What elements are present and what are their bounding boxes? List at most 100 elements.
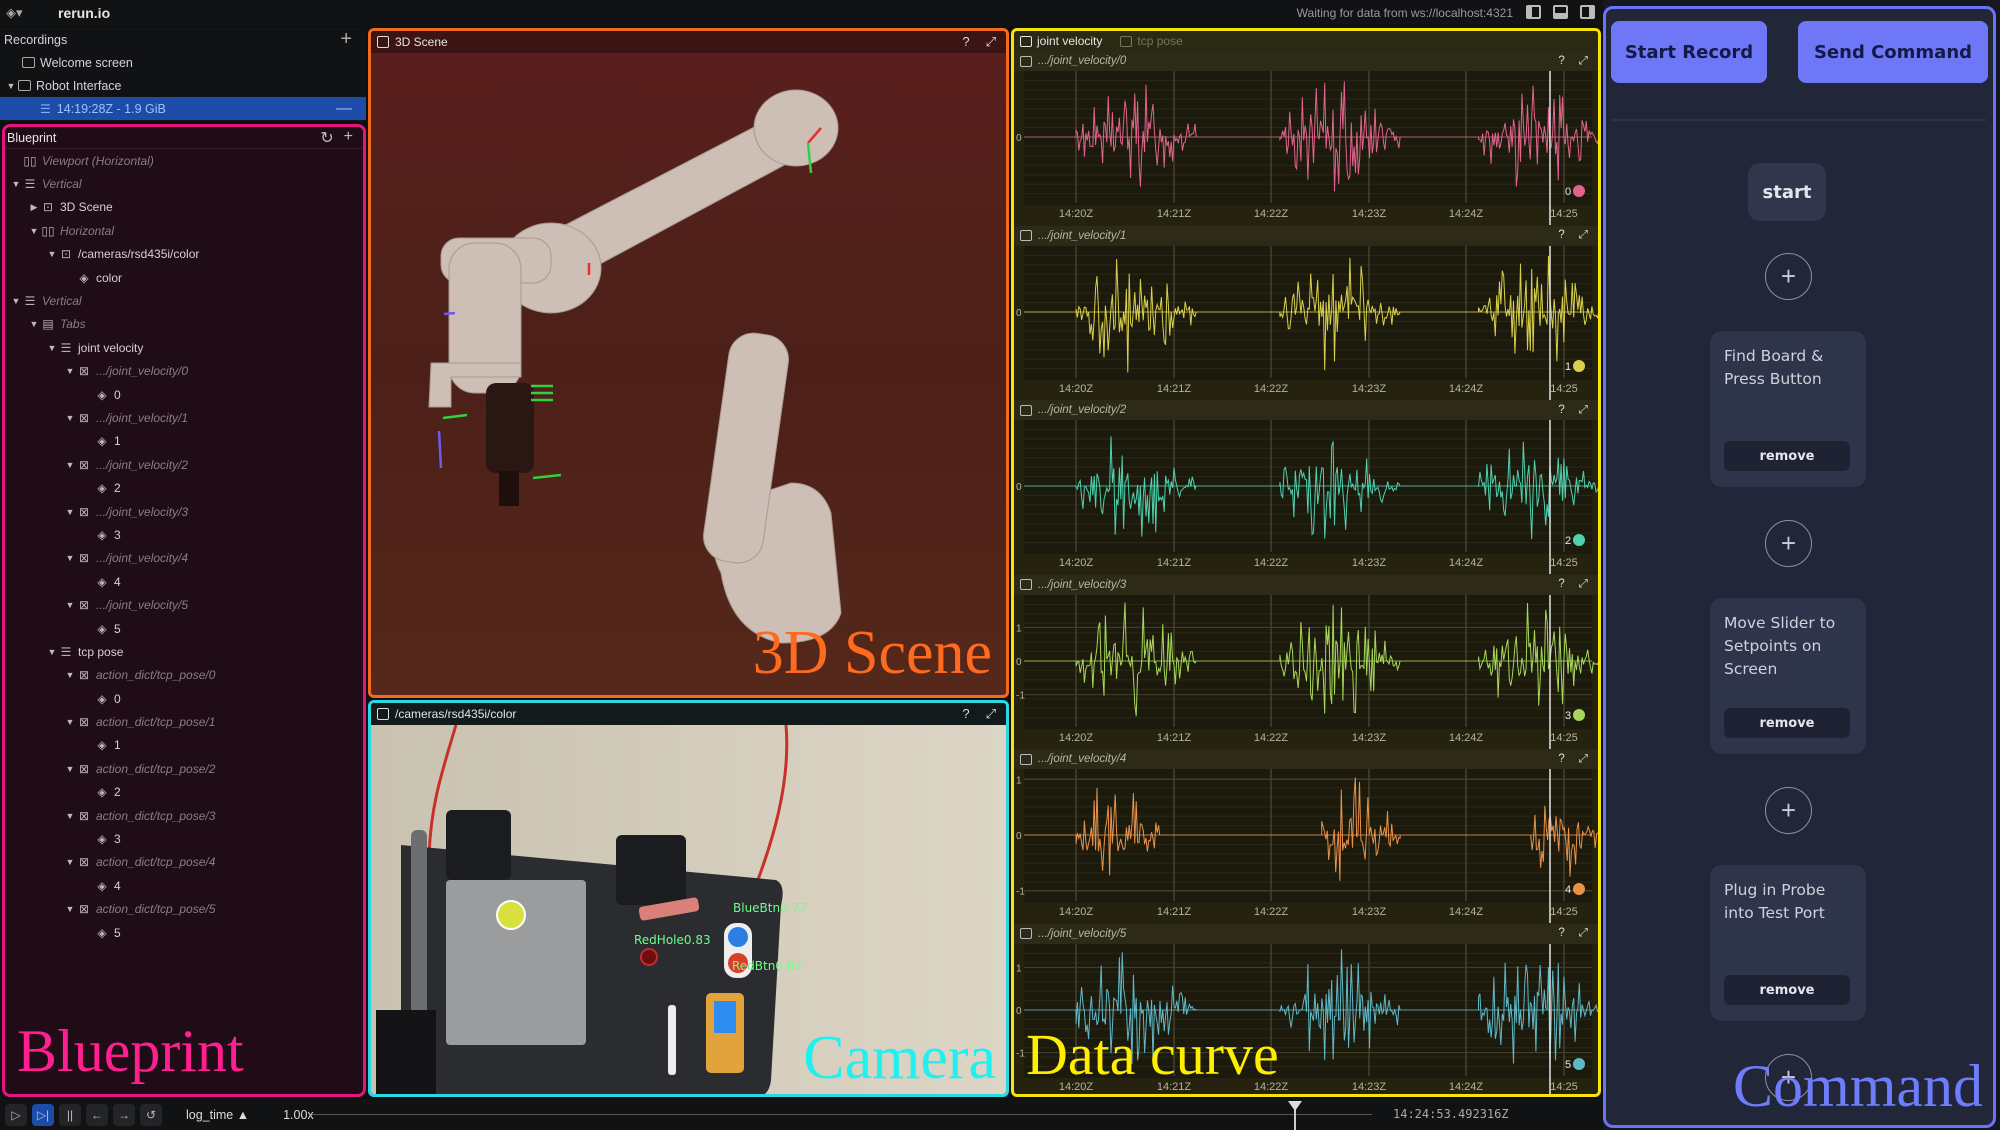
plot-canvas[interactable]: 14:20Z 14:21Z 14:22Z 14:23Z 14:24Z 14:25 1 0 -1 4	[1014, 769, 1598, 923]
chevron-down-icon[interactable]: ▼	[63, 553, 77, 563]
blueprint-tree-item[interactable]: ▼ ☰ joint velocity	[5, 336, 363, 359]
toggle-right-panel-icon[interactable]	[1580, 5, 1595, 19]
blueprint-tree-item[interactable]: ▼ ▯▯ Horizontal	[5, 219, 363, 242]
blueprint-tree-item[interactable]: ▼ ⊠ action_dict/tcp_pose/5	[5, 898, 363, 921]
chevron-down-icon[interactable]: ▼	[45, 249, 59, 259]
maximize-icon[interactable]: ⤢	[1579, 578, 1588, 591]
blueprint-tree-item[interactable]: ◈ 4	[5, 874, 363, 897]
plot-canvas[interactable]: 14:20Z 14:21Z 14:22Z 14:23Z 14:24Z 14:25 0 1	[1014, 245, 1598, 400]
start-record-button[interactable]: Start Record	[1611, 21, 1767, 83]
blueprint-tree-item[interactable]: ▼ ▤ Tabs	[5, 313, 363, 336]
help-icon[interactable]: ?	[1558, 404, 1564, 417]
play-icon[interactable]: ▷	[5, 1103, 27, 1126]
blueprint-tree-item[interactable]: ◈ 5	[5, 921, 363, 944]
timeseries-plot[interactable]: .../joint_velocity/4? ⤢ 14:20Z 14:21Z 14:22Z…	[1014, 749, 1598, 924]
blueprint-tree-item[interactable]: ◈ 2	[5, 476, 363, 499]
blueprint-tree-item[interactable]: ▼ ⊠ .../joint_velocity/2	[5, 453, 363, 476]
chevron-down-icon[interactable]: ▼	[63, 811, 77, 821]
timeline-track[interactable]	[312, 1114, 1372, 1115]
rerun-logo-icon[interactable]: ◈▾	[6, 5, 28, 21]
blueprint-tree-item[interactable]: ◈ 2	[5, 781, 363, 804]
help-icon[interactable]: ?	[1558, 927, 1564, 940]
timeseries-plot[interactable]: .../joint_velocity/2? ⤢ 14:20Z 14:21Z 14:22Z…	[1014, 400, 1598, 575]
add-view-icon[interactable]: +	[344, 128, 353, 148]
chevron-down-icon[interactable]: ▼	[27, 319, 41, 329]
timeline-cursor[interactable]	[1287, 1101, 1302, 1130]
help-icon[interactable]: ?	[1558, 55, 1564, 68]
blueprint-tree-item[interactable]: ▼ ⊠ action_dict/tcp_pose/4	[5, 851, 363, 874]
plot-canvas[interactable]: 14:20Z 14:21Z 14:22Z 14:23Z 14:24Z 14:25 1 0 -1 3	[1014, 594, 1598, 749]
close-recording-button[interactable]: —	[336, 100, 352, 118]
timeline-selector[interactable]: log_time ▲	[186, 1108, 249, 1122]
chevron-right-icon[interactable]: ▶	[27, 202, 41, 213]
maximize-icon[interactable]: ⤢	[1579, 229, 1588, 242]
blueprint-tree-item[interactable]: ◈ 1	[5, 734, 363, 757]
pause-icon[interactable]: ||	[59, 1103, 81, 1126]
timeseries-plot[interactable]: .../joint_velocity/1? ⤢ 14:20Z 14:21Z 14:22Z…	[1014, 225, 1598, 401]
blueprint-tree-item[interactable]: ▼ ☰ Vertical	[5, 172, 363, 195]
chevron-down-icon[interactable]: ▼	[63, 904, 77, 914]
blueprint-tree-item[interactable]: ▼ ⊠ action_dict/tcp_pose/0	[5, 664, 363, 687]
timeseries-plot[interactable]: .../joint_velocity/3? ⤢ 14:20Z 14:21Z 14:22Z…	[1014, 574, 1598, 750]
chevron-down-icon[interactable]: ▼	[4, 81, 18, 91]
chevron-down-icon[interactable]: ▼	[63, 460, 77, 470]
send-command-button[interactable]: Send Command	[1798, 21, 1988, 83]
blueprint-tree-item[interactable]: ▯▯ Viewport (Horizontal)	[5, 149, 363, 172]
add-recording-button[interactable]: +	[340, 28, 352, 51]
chevron-down-icon[interactable]: ▼	[63, 366, 77, 376]
blueprint-tree-item[interactable]: ◈ 5	[5, 617, 363, 640]
tab-tcp-pose[interactable]: tcp pose	[1120, 34, 1183, 48]
blueprint-tree-item[interactable]: ◈ 3	[5, 523, 363, 546]
scene-3d-panel[interactable]: 3D Scene ? ⤢ 3D Scene	[368, 28, 1009, 698]
chevron-down-icon[interactable]: ▼	[9, 179, 23, 189]
help-icon[interactable]: ?	[1558, 578, 1564, 591]
tab-joint-velocity[interactable]: joint velocity	[1020, 34, 1102, 48]
chevron-down-icon[interactable]: ▼	[9, 296, 23, 306]
blueprint-tree-item[interactable]: ▼ ⊠ .../joint_velocity/5	[5, 593, 363, 616]
chevron-down-icon[interactable]: ▼	[27, 226, 41, 236]
maximize-icon[interactable]: ⤢	[1579, 927, 1588, 940]
playback-speed[interactable]: 1.00x	[283, 1108, 314, 1122]
recording-item-welcome[interactable]: Welcome screen	[0, 51, 366, 74]
chevron-down-icon[interactable]: ▼	[63, 717, 77, 727]
maximize-icon[interactable]: ⤢	[1579, 404, 1588, 417]
add-step-button[interactable]: +	[1765, 787, 1812, 834]
blueprint-tree-item[interactable]: ▼ ⊠ action_dict/tcp_pose/1	[5, 710, 363, 733]
remove-task-button[interactable]: remove	[1724, 975, 1850, 1005]
recording-item-selected[interactable]: ☰ 14:19:28Z - 1.9 GiB —	[0, 97, 366, 120]
chevron-down-icon[interactable]: ▼	[63, 507, 77, 517]
chevron-down-icon[interactable]: ▼	[63, 413, 77, 423]
blueprint-tree-item[interactable]: ▼ ⊡ /cameras/rsd435i/color	[5, 243, 363, 266]
blueprint-tree-item[interactable]: ▼ ⊠ .../joint_velocity/0	[5, 360, 363, 383]
robot-arm-render[interactable]	[371, 53, 1009, 693]
chevron-down-icon[interactable]: ▼	[63, 670, 77, 680]
step-back-icon[interactable]: ←	[86, 1103, 108, 1126]
chevron-down-icon[interactable]: ▼	[63, 600, 77, 610]
remove-task-button[interactable]: remove	[1724, 441, 1850, 471]
plot-canvas[interactable]: 14:20Z 14:21Z 14:22Z 14:23Z 14:24Z 14:25 1 0 -1 5	[1014, 943, 1598, 1098]
blueprint-tree-item[interactable]: ▼ ⊠ action_dict/tcp_pose/3	[5, 804, 363, 827]
camera-panel[interactable]: /cameras/rsd435i/color ? ⤢ BlueBtn0.77 R…	[368, 700, 1009, 1097]
task-card[interactable]: Find Board & Press Button remove	[1710, 331, 1866, 487]
maximize-icon[interactable]: ⤢	[1579, 753, 1588, 766]
blueprint-tree-item[interactable]: ▼ ☰ Vertical	[5, 289, 363, 312]
blueprint-tree-item[interactable]: ◈ 0	[5, 383, 363, 406]
step-forward-icon[interactable]: →	[113, 1103, 135, 1126]
start-node[interactable]: start	[1748, 163, 1826, 221]
blueprint-tree-item[interactable]: ◈ 4	[5, 570, 363, 593]
maximize-icon[interactable]: ⤢	[986, 706, 996, 722]
remove-task-button[interactable]: remove	[1724, 708, 1850, 738]
timeseries-plot[interactable]: .../joint_velocity/0? ⤢ 14:20Z 14:21Z 14:22Z…	[1014, 51, 1598, 226]
maximize-icon[interactable]: ⤢	[1579, 55, 1588, 68]
chevron-down-icon[interactable]: ▼	[45, 647, 59, 657]
loop-icon[interactable]: ↺	[140, 1103, 162, 1126]
blueprint-tree-item[interactable]: ▼ ☰ tcp pose	[5, 640, 363, 663]
blueprint-tree-item[interactable]: ▼ ⊠ .../joint_velocity/4	[5, 547, 363, 570]
blueprint-tree-item[interactable]: ◈ 3	[5, 827, 363, 850]
blueprint-tree-item[interactable]: ◈ color	[5, 266, 363, 289]
help-icon[interactable]: ?	[1558, 229, 1564, 242]
add-step-button[interactable]: +	[1765, 253, 1812, 300]
blueprint-tree-item[interactable]: ▼ ⊠ action_dict/tcp_pose/2	[5, 757, 363, 780]
chevron-down-icon[interactable]: ▼	[63, 857, 77, 867]
plot-canvas[interactable]: 14:20Z 14:21Z 14:22Z 14:23Z 14:24Z 14:25 0 0	[1014, 71, 1598, 225]
